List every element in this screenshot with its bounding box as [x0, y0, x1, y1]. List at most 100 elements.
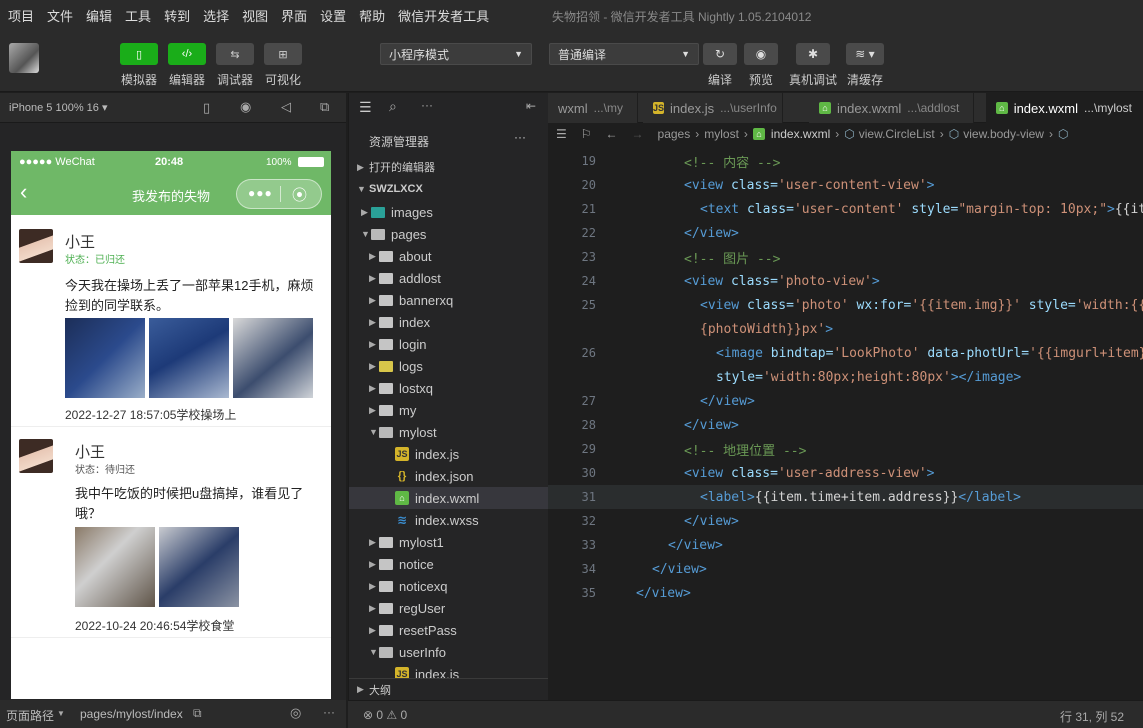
breadcrumb-item[interactable]: view.CircleList: [859, 127, 935, 141]
breadcrumb-item[interactable]: index.wxml: [771, 127, 830, 141]
post-card[interactable]: 小王 状态：待归还 我中午吃饭的时候把u盘搞掉，谁看见了哦？ 2022-10-2…: [11, 428, 331, 638]
tab-index-js-userinfo[interactable]: JS index.js ...\userInfo: [643, 93, 783, 123]
menu-file[interactable]: 文件: [47, 6, 73, 25]
problems-count[interactable]: ⊗ 0 ⚠ 0: [363, 708, 407, 722]
compile-button[interactable]: ↻: [703, 43, 737, 65]
code-line[interactable]: 35 </view>: [548, 581, 1143, 605]
cursor-position[interactable]: 行 31, 列 52: [1060, 708, 1124, 725]
tree-item[interactable]: ▶ lostxq: [349, 377, 549, 399]
eye-icon[interactable]: ◎: [290, 705, 301, 721]
tree-item[interactable]: ▶ index: [349, 311, 549, 333]
menu-select[interactable]: 选择: [203, 6, 229, 25]
code-line[interactable]: 30 <view class='user-address-view'>: [548, 461, 1143, 485]
menu-devtools[interactable]: 微信开发者工具: [398, 6, 489, 25]
code-line[interactable]: 24 <view class='photo-view'>: [548, 269, 1143, 293]
more-icon[interactable]: ●●●: [248, 186, 273, 200]
post-photo[interactable]: [75, 527, 155, 607]
code-line[interactable]: 27 </view>: [548, 389, 1143, 413]
tab-index-wxml-addlost[interactable]: ⌂ index.wxml ...\addlost: [809, 93, 974, 123]
tree-item[interactable]: ▼ mylost: [349, 421, 549, 443]
chevron-down-icon[interactable]: ▼: [57, 709, 65, 718]
more-icon[interactable]: ···: [323, 705, 335, 719]
code-line[interactable]: 28 </view>: [548, 413, 1143, 437]
code-editor[interactable]: 19 <!-- 内容 --> 20 <view class='user-content…: [548, 145, 1143, 700]
post-photo[interactable]: [159, 527, 239, 607]
visual-button[interactable]: ⊞: [264, 43, 302, 65]
code-line[interactable]: 29 <!-- 地理位置 -->: [548, 437, 1143, 461]
real-debug-button[interactable]: ✱: [796, 43, 830, 65]
tree-item[interactable]: JS index.js: [349, 443, 549, 465]
avatar[interactable]: [9, 43, 39, 73]
device-select[interactable]: iPhone 5 100% 16 ▾: [9, 101, 107, 114]
post-photo[interactable]: [65, 318, 145, 398]
clear-cache-button[interactable]: ≋ ▾: [846, 43, 884, 65]
preview-button[interactable]: ◉: [744, 43, 778, 65]
menu-project[interactable]: 项目: [8, 6, 34, 25]
more-icon[interactable]: ···: [514, 130, 526, 144]
tree-item[interactable]: ▶ images: [349, 201, 549, 223]
page-path-label[interactable]: 页面路径: [6, 707, 54, 724]
tree-item[interactable]: ▶ my: [349, 399, 549, 421]
tree-item[interactable]: {} index.json: [349, 465, 549, 487]
code-line[interactable]: 21 <text class='user-content' style="marg…: [548, 197, 1143, 221]
menu-ui[interactable]: 界面: [281, 6, 307, 25]
tree-item[interactable]: ⌂ index.wxml: [349, 487, 549, 509]
debugger-button[interactable]: ⇆: [216, 43, 254, 65]
forward-icon[interactable]: →: [632, 127, 644, 141]
tree-item[interactable]: ▶ mylost1: [349, 531, 549, 553]
tab-wxml-my[interactable]: wxml ...\my: [548, 93, 638, 123]
close-icon[interactable]: ⦿: [292, 184, 307, 205]
phone-icon[interactable]: ▯: [203, 100, 210, 116]
code-line[interactable]: {photoWidth}}px'>: [548, 317, 1143, 341]
tree-item[interactable]: ▶ bannerxq: [349, 289, 549, 311]
code-line[interactable]: 33 </view>: [548, 533, 1143, 557]
mode-select[interactable]: 小程序模式 ▼: [380, 43, 532, 65]
code-line[interactable]: 19 <!-- 内容 -->: [548, 149, 1143, 173]
tree-item[interactable]: ▶ resetPass: [349, 619, 549, 641]
post-photo[interactable]: [233, 318, 313, 398]
post-photo[interactable]: [149, 318, 229, 398]
bookmark-icon[interactable]: ⚐: [581, 127, 592, 141]
tree-item[interactable]: ▶ notice: [349, 553, 549, 575]
tree-item[interactable]: ▼ userInfo: [349, 641, 549, 663]
collapse-icon[interactable]: ⇤: [526, 99, 536, 113]
code-line[interactable]: 22 </view>: [548, 221, 1143, 245]
code-line[interactable]: 26 <image bindtap='LookPhoto' data-photUr…: [548, 341, 1143, 365]
code-line[interactable]: 25 <view class='photo' wx:for='{{item.img…: [548, 293, 1143, 317]
simulator-button[interactable]: ▯: [120, 43, 158, 65]
copy-icon[interactable]: ⧉: [193, 706, 202, 721]
breadcrumb-item[interactable]: mylost: [704, 127, 739, 141]
tree-item[interactable]: ▶ addlost: [349, 267, 549, 289]
code-line[interactable]: 31 <label>{{item.time+item.address}}</lab…: [548, 485, 1143, 509]
tree-item[interactable]: ▶ noticexq: [349, 575, 549, 597]
code-line[interactable]: 32 </view>: [548, 509, 1143, 533]
capsule-menu[interactable]: ●●● ⦿: [236, 179, 322, 209]
tab-index-wxml-mylost[interactable]: ⌂ index.wxml ...\mylost: [986, 93, 1143, 123]
tree-item[interactable]: ▶ about: [349, 245, 549, 267]
breadcrumb-item[interactable]: pages: [658, 127, 691, 141]
back-icon[interactable]: ←: [606, 127, 618, 141]
breadcrumb-item[interactable]: view.body-view: [963, 127, 1044, 141]
tree-item[interactable]: ▼ pages: [349, 223, 549, 245]
menu-view[interactable]: 视图: [242, 6, 268, 25]
menu-help[interactable]: 帮助: [359, 6, 385, 25]
record-icon[interactable]: ◉: [240, 99, 251, 115]
compile-select[interactable]: 普通编译 ▼: [549, 43, 699, 65]
list-icon[interactable]: ☰: [359, 99, 372, 116]
list-icon[interactable]: ☰: [556, 127, 567, 141]
code-line[interactable]: 34 </view>: [548, 557, 1143, 581]
search-icon[interactable]: ⌕: [389, 98, 397, 115]
tree-item[interactable]: ▶ logs: [349, 355, 549, 377]
menu-tools[interactable]: 工具: [125, 6, 151, 25]
open-editors-section[interactable]: ▶ 打开的编辑器: [349, 156, 549, 178]
menu-goto[interactable]: 转到: [164, 6, 190, 25]
project-section[interactable]: ▼ SWZLXCX: [349, 178, 549, 200]
tree-item[interactable]: ≋ index.wxss: [349, 509, 549, 531]
popout-icon[interactable]: ⧉: [320, 99, 329, 115]
more-icon[interactable]: ···: [421, 98, 433, 112]
code-line[interactable]: 23 <!-- 图片 -->: [548, 245, 1143, 269]
menu-edit[interactable]: 编辑: [86, 6, 112, 25]
editor-button[interactable]: ‹/›: [168, 43, 206, 65]
code-line[interactable]: style='width:80px;height:80px'></image>: [548, 365, 1143, 389]
tree-item[interactable]: ▶ login: [349, 333, 549, 355]
